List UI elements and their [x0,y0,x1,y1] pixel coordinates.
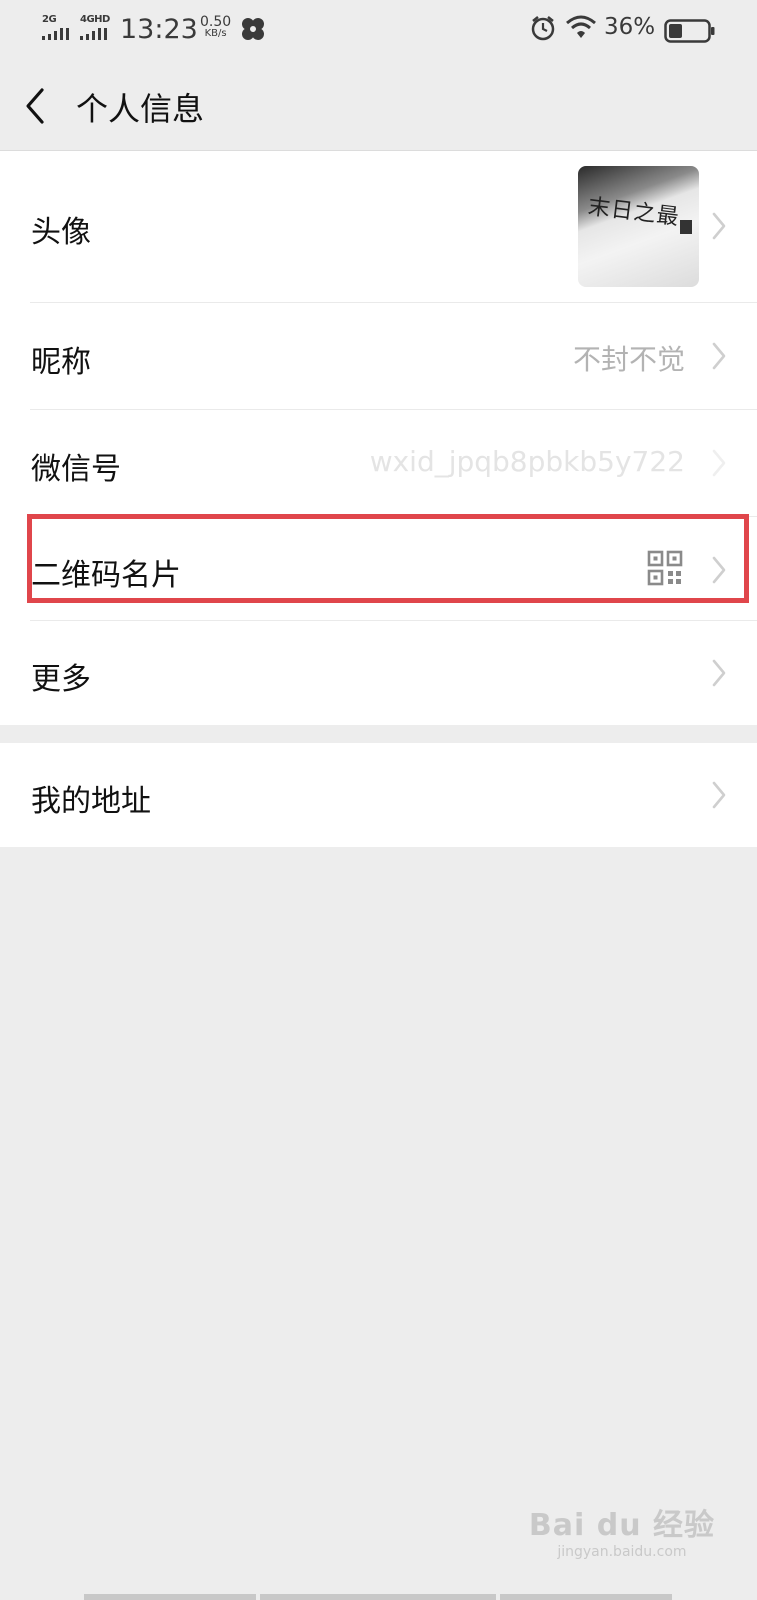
qr-card-label: 二维码名片 [31,558,181,593]
status-bar: 2G 4GHD 13:23 0.50 KB/s 36% [0,0,757,60]
clock: 13:23 [120,14,198,45]
wechat-id-label: 微信号 [31,452,121,487]
chevron-right-icon [712,342,726,370]
avatar-handwriting: 末日之最 [586,194,681,231]
address-row[interactable]: 我的地址 [0,743,757,847]
net-speed: 0.50 KB/s [200,15,231,39]
chevron-right-icon [712,449,726,477]
avatar-row[interactable]: 头像 末日之最 [0,151,757,302]
battery-icon [664,19,715,43]
more-label: 更多 [31,662,91,697]
net-speed-unit: KB/s [204,28,227,39]
sim1-label: 2G [42,14,57,25]
qr-card-row[interactable]: 二维码名片 [0,517,757,620]
bottom-strip [500,1594,672,1600]
nickname-row[interactable]: 昵称 不封不觉 [0,303,757,409]
qr-code-icon [647,550,683,586]
wechat-id-value: wxid_jpqb8pbkb5y722 [369,445,685,478]
more-row[interactable]: 更多 [0,621,757,725]
chevron-left-icon[interactable] [22,86,48,126]
signal-bars-icon [80,28,112,40]
avatar-seal [680,220,692,234]
watermark-brand: Bai du 经验 [528,1508,715,1543]
chevron-right-icon [712,659,726,687]
watermark-site: jingyan.baidu.com [557,1544,687,1560]
bottom-strip [84,1594,256,1600]
profile-settings-group: 头像 末日之最 昵称 不封不觉 微信号 wxid_jpqb8pbkb5y722 … [0,151,757,725]
avatar: 末日之最 [578,166,699,287]
nav-bar: 个人信息 [0,60,757,151]
baidu-watermark: Bai du 经验 jingyan.baidu.com [529,1500,715,1560]
address-group: 我的地址 [0,743,757,847]
wifi-icon [566,15,596,38]
page-title: 个人信息 [76,90,205,128]
battery-percent: 36% [604,14,656,40]
nickname-label: 昵称 [31,345,91,380]
nickname-value: 不封不觉 [572,343,685,376]
alarm-icon [531,16,555,41]
address-label: 我的地址 [31,784,151,819]
wechat-id-row[interactable]: 微信号 wxid_jpqb8pbkb5y722 [0,410,757,516]
bottom-strip [260,1594,496,1600]
signal-bars-icon [42,28,74,40]
avatar-label: 头像 [31,215,91,250]
sim2-label: 4GHD [80,14,110,25]
fan-icon [242,18,264,40]
chevron-right-icon [712,212,726,240]
chevron-right-icon [712,556,726,584]
chevron-right-icon [712,781,726,809]
